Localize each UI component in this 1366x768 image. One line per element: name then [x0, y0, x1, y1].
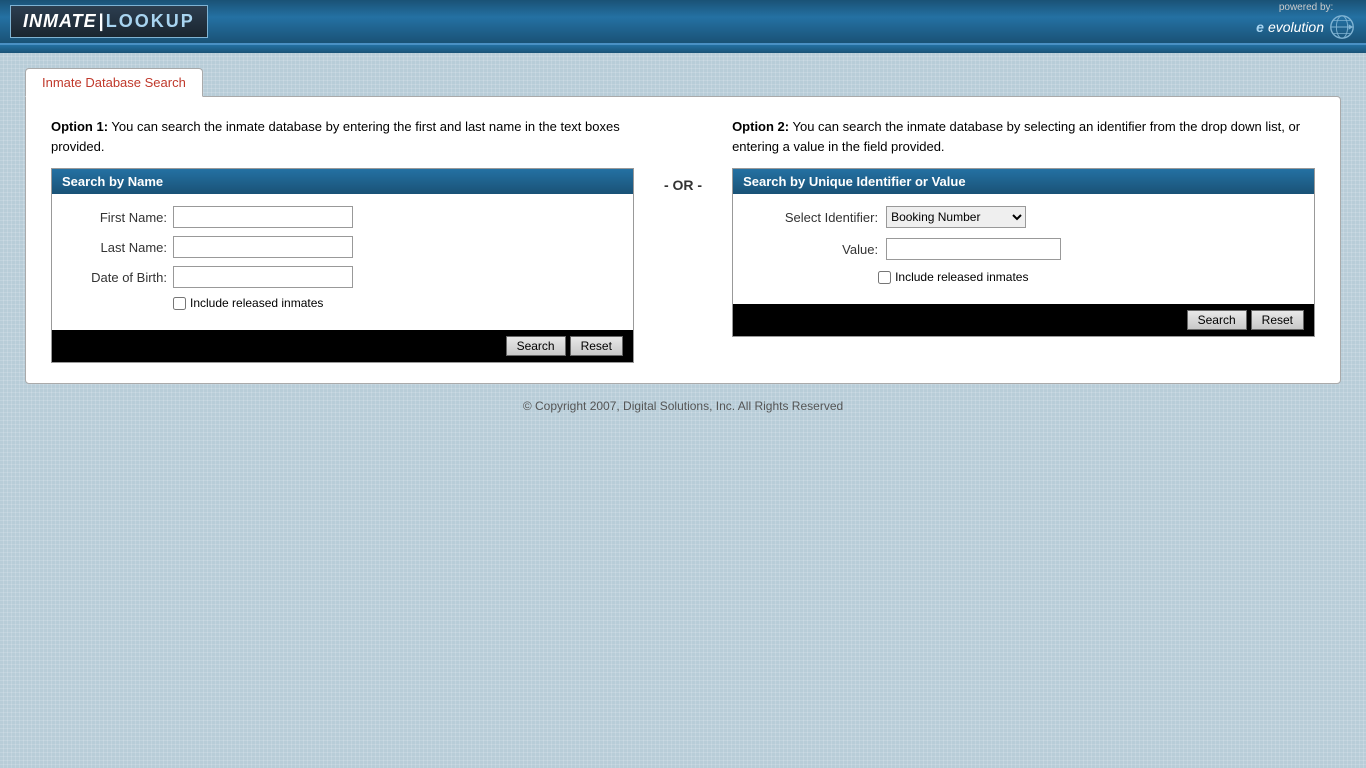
- include-released-row: Include released inmates: [173, 296, 618, 310]
- footer: © Copyright 2007, Digital Solutions, Inc…: [25, 384, 1341, 428]
- first-name-label: First Name:: [67, 210, 167, 225]
- last-name-input[interactable]: [173, 236, 353, 258]
- header-divider: [0, 45, 1366, 53]
- value-row: Value:: [748, 238, 1299, 260]
- evolution-logo: e evolution: [1256, 13, 1356, 41]
- select-identifier-row: Select Identifier: Booking Number SSN St…: [748, 206, 1299, 228]
- option1-reset-button[interactable]: Reset: [570, 336, 623, 356]
- option1-bold: Option 1:: [51, 119, 108, 134]
- search-by-id-footer: Search Reset: [733, 304, 1314, 336]
- value-input[interactable]: [886, 238, 1061, 260]
- search-by-id-header: Search by Unique Identifier or Value: [733, 169, 1314, 194]
- search-by-name-footer: Search Reset: [52, 330, 633, 362]
- include-released-checkbox-opt2[interactable]: [878, 271, 891, 284]
- main-container: Inmate Database Search Option 1: You can…: [0, 53, 1366, 443]
- identifier-select[interactable]: Booking Number SSN State ID FBI Number: [886, 206, 1026, 228]
- logo-lookup-text: LOOKUP: [106, 11, 195, 32]
- option1-desc-text: You can search the inmate database by en…: [51, 119, 620, 154]
- option2-search-button[interactable]: Search: [1187, 310, 1247, 330]
- search-by-name-body: First Name: Last Name: Date of Birth:: [52, 194, 633, 330]
- or-divider: - OR -: [634, 117, 732, 193]
- dob-row: Date of Birth:: [67, 266, 618, 288]
- option2-section: Option 2: You can search the inmate data…: [732, 117, 1315, 337]
- logo-area: INMATE | LOOKUP: [10, 5, 208, 38]
- tab-inmate-database-search[interactable]: Inmate Database Search: [25, 68, 203, 97]
- search-by-name-box: Search by Name First Name: Last Name:: [51, 168, 634, 363]
- option2-desc-text: You can search the inmate database by se…: [732, 119, 1300, 154]
- option2-desc: Option 2: You can search the inmate data…: [732, 117, 1315, 156]
- search-by-name-header: Search by Name: [52, 169, 633, 194]
- header: INMATE | LOOKUP powered by: e evolution: [0, 0, 1366, 45]
- powered-by-text: powered by:: [1279, 2, 1333, 13]
- select-identifier-label: Select Identifier:: [758, 210, 878, 225]
- option2-reset-button[interactable]: Reset: [1251, 310, 1304, 330]
- card-inner: Option 1: You can search the inmate data…: [26, 97, 1340, 383]
- value-label: Value:: [758, 242, 878, 257]
- copyright-text: © Copyright 2007, Digital Solutions, Inc…: [523, 399, 843, 413]
- option1-desc: Option 1: You can search the inmate data…: [51, 117, 634, 156]
- search-by-id-box: Search by Unique Identifier or Value Sel…: [732, 168, 1315, 337]
- options-row: Option 1: You can search the inmate data…: [51, 117, 1315, 363]
- first-name-input[interactable]: [173, 206, 353, 228]
- evolution-e: e: [1256, 19, 1264, 35]
- dob-input[interactable]: [173, 266, 353, 288]
- logo-box: INMATE | LOOKUP: [10, 5, 208, 38]
- include-released-label: Include released inmates: [190, 296, 323, 310]
- dob-label: Date of Birth:: [67, 270, 167, 285]
- option1-section: Option 1: You can search the inmate data…: [51, 117, 634, 363]
- logo-inmate-text: INMATE: [23, 11, 97, 32]
- tab-bar: Inmate Database Search: [25, 68, 1341, 96]
- powered-by-area: powered by: e evolution: [1256, 2, 1356, 41]
- include-released-checkbox[interactable]: [173, 297, 186, 310]
- last-name-row: Last Name:: [67, 236, 618, 258]
- globe-icon: [1328, 13, 1356, 41]
- search-by-id-body: Select Identifier: Booking Number SSN St…: [733, 194, 1314, 304]
- main-card: Option 1: You can search the inmate data…: [25, 96, 1341, 384]
- include-released-row-opt2: Include released inmates: [878, 270, 1299, 284]
- first-name-row: First Name:: [67, 206, 618, 228]
- option2-bold: Option 2:: [732, 119, 789, 134]
- last-name-label: Last Name:: [67, 240, 167, 255]
- option1-search-button[interactable]: Search: [506, 336, 566, 356]
- include-released-label-opt2: Include released inmates: [895, 270, 1028, 284]
- evolution-text: evolution: [1268, 19, 1324, 35]
